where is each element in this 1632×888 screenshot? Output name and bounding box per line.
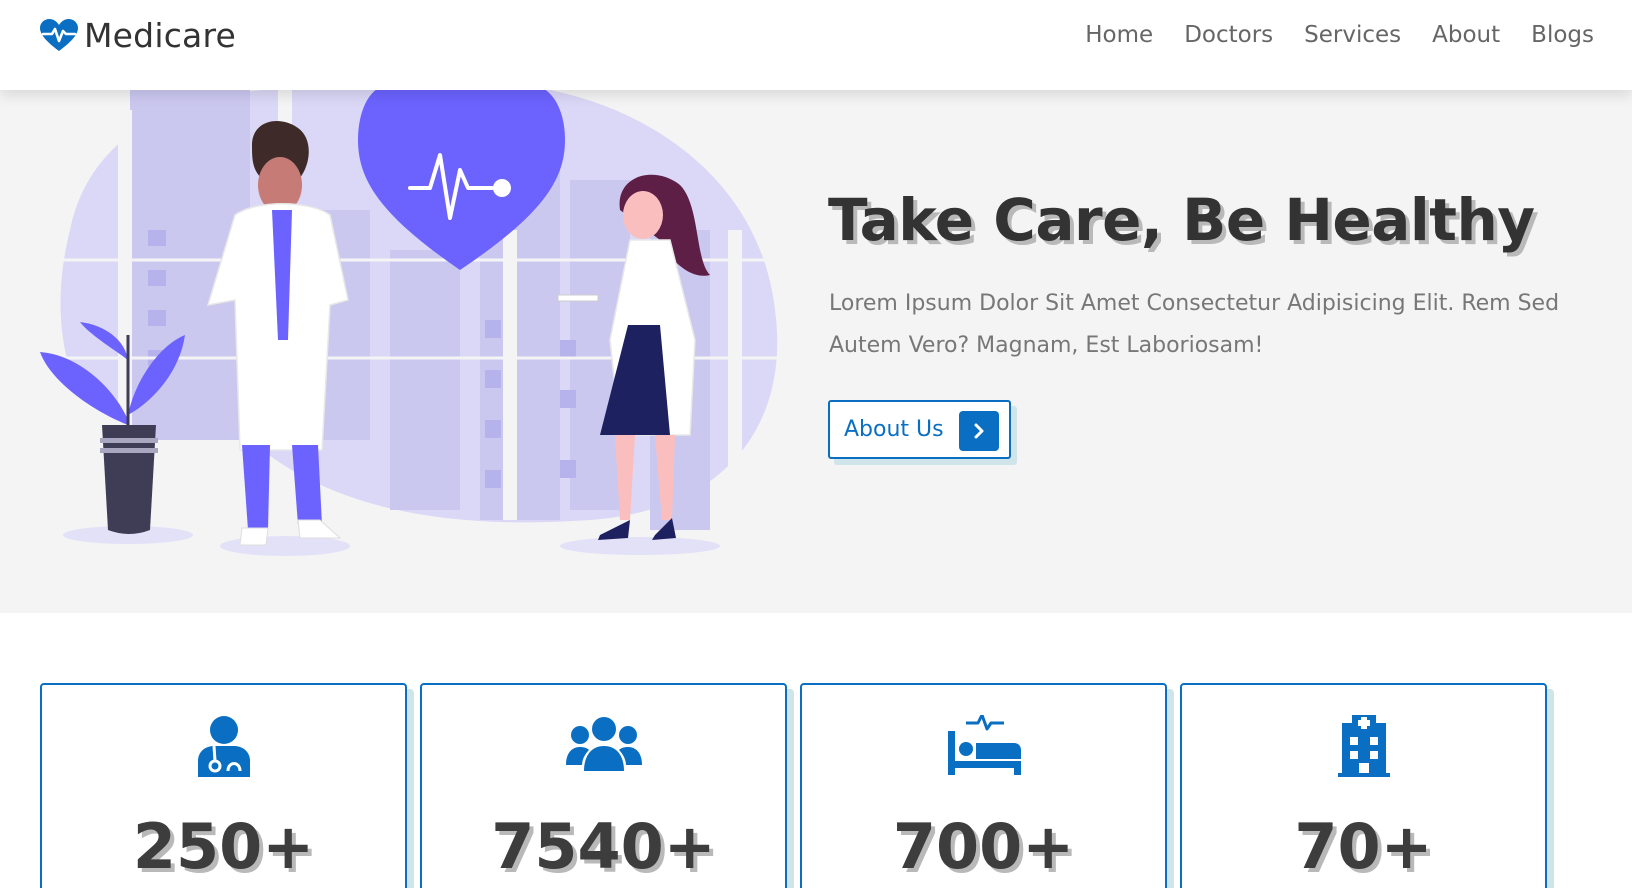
stat-value: 70+	[1294, 810, 1433, 883]
doctors-illustration	[40, 90, 790, 556]
nav-link-doctors[interactable]: Doctors	[1184, 22, 1273, 48]
stats-section: 250+ 7540+ 700+ 70+	[0, 613, 1632, 888]
nav-link-services[interactable]: Services	[1304, 22, 1401, 48]
stat-value: 700+	[892, 810, 1075, 883]
brand-name: Medicare	[84, 16, 237, 55]
hospital-icon	[1337, 715, 1390, 777]
stat-card-hospitals: 70+	[1180, 683, 1547, 888]
main-nav: Home Doctors Services About Blogs	[1054, 22, 1594, 48]
user-doctor-icon	[197, 716, 250, 777]
stat-value: 250+	[132, 810, 315, 883]
hero-title: Take Care, Be Healthy	[828, 186, 1535, 254]
stat-value: 7540+	[491, 810, 716, 883]
hero-section: Take Care, Be Healthy Lorem Ipsum Dolor …	[0, 90, 1632, 613]
stat-card-patients: 7540+	[420, 683, 787, 888]
site-header: Medicare Home Doctors Services About Blo…	[0, 0, 1632, 90]
nav-link-blogs[interactable]: Blogs	[1531, 22, 1594, 48]
nav-link-about[interactable]: About	[1432, 22, 1500, 48]
about-us-button[interactable]: About Us	[828, 400, 1011, 459]
users-icon	[565, 717, 642, 771]
stat-card-doctors: 250+	[40, 683, 407, 888]
chevron-right-icon	[959, 411, 999, 451]
stat-card-beds: 700+	[800, 683, 1167, 888]
about-us-button-label: About Us	[844, 417, 944, 442]
hero-description: Lorem Ipsum Dolor Sit Amet Consectetur A…	[829, 291, 1560, 358]
nav-link-home[interactable]: Home	[1085, 22, 1153, 48]
brand-logo[interactable]: Medicare	[40, 16, 236, 55]
procedures-bed-icon	[947, 715, 1021, 775]
heartbeat-icon	[40, 18, 78, 51]
